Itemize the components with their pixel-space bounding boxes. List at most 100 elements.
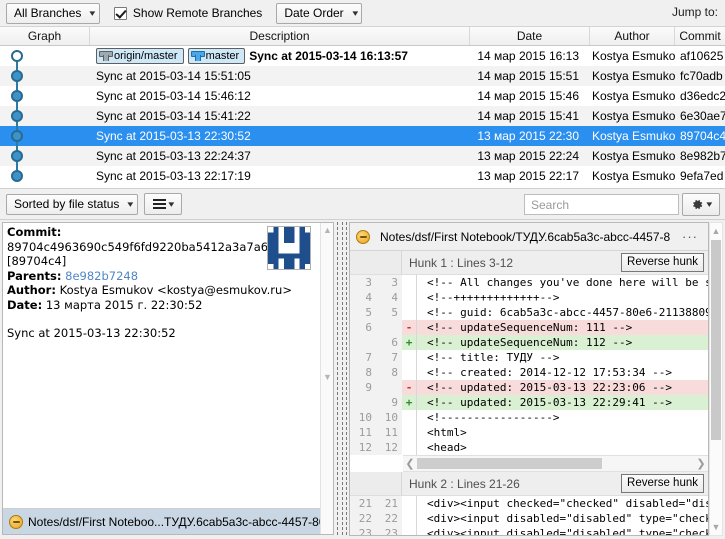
scroll-up-icon[interactable]: ▲ <box>323 226 332 235</box>
table-row[interactable]: Sync at 2015-03-14 15:46:12 14 мар 2015 1… <box>0 86 725 106</box>
diff-line[interactable]: 8 8 <!-- created: 2014-12-12 17:53:34 --> <box>350 365 708 380</box>
table-row[interactable]: Sync at 2015-03-13 22:30:52 13 мар 2015 2… <box>0 126 725 146</box>
reverse-hunk-button[interactable]: Reverse hunk <box>621 253 704 272</box>
graph-node <box>11 150 23 162</box>
changed-files-list[interactable]: Notes/dsf/First Noteboo...ТУДУ.6cab5a3c-… <box>3 508 320 534</box>
view-options-button[interactable]: ▾ <box>143 193 182 215</box>
overflow-menu-icon[interactable]: ··· <box>676 229 704 244</box>
scroll-down-icon[interactable]: ▼ <box>323 373 332 382</box>
panel-splitter[interactable] <box>336 222 348 535</box>
commit-description: Sync at 2015-03-14 15:46:12 <box>96 89 251 103</box>
column-header-commit[interactable]: Commit <box>675 27 725 45</box>
diff-line-text: <head> <box>427 441 467 454</box>
table-row[interactable]: Sync at 2015-03-13 22:24:37 13 мар 2015 2… <box>0 146 725 166</box>
branch-icon <box>99 50 113 62</box>
scroll-down-icon[interactable]: ▼ <box>710 519 722 535</box>
commit-author: Kostya Esmukov < <box>592 149 675 163</box>
chevron-down-icon: ▾ <box>706 199 712 209</box>
scroll-left-icon[interactable]: ❮ <box>403 457 417 470</box>
column-header-author[interactable]: Author <box>590 27 675 45</box>
commit-hash-value[interactable]: 89704c4963690c549f6fd9220ba5412a3a7a68b5 <box>7 240 290 254</box>
diff-sign: - <box>405 381 413 394</box>
old-line-number: 9 <box>350 380 376 395</box>
diff-line[interactable]: 9 - <!-- updated: 2015-03-13 22:23:06 --> <box>350 380 708 395</box>
diff-line[interactable]: 3 3 <!-- All changes you've done here will… <box>350 275 708 290</box>
branch-filter-label: All Branches <box>14 6 82 20</box>
diff-line[interactable]: 5 5 <!-- guid: 6cab5a3c-abcc-4457-80e6-211… <box>350 305 708 320</box>
branch-tag[interactable]: master <box>187 48 246 64</box>
reverse-hunk-button[interactable]: Reverse hunk <box>621 474 704 493</box>
search-input[interactable] <box>531 197 686 212</box>
diff-line[interactable]: 6 + <!-- updateSequenceNum: 112 --> <box>350 335 708 350</box>
new-line-number <box>376 320 402 335</box>
show-remote-branches-checkbox[interactable]: Show Remote Branches <box>113 6 263 20</box>
hunk-header: Hunk 2 : Lines 21-26 Reverse hunk <box>350 472 708 496</box>
hamburger-icon <box>152 197 166 211</box>
diff-line[interactable]: 11 11 <html> <box>350 425 708 440</box>
commit-message: Sync at 2015-03-13 22:30:52 <box>7 326 176 340</box>
scrollbar-thumb[interactable] <box>711 240 721 440</box>
diff-line[interactable]: 21 21 <div><input checked="checked" disabl… <box>350 496 708 511</box>
new-line-number: 3 <box>376 275 402 290</box>
diff-sign <box>402 290 416 305</box>
details-vertical-scrollbar[interactable]: ▲ ▼ <box>320 223 333 534</box>
list-item[interactable]: Notes/dsf/First Noteboo...ТУДУ.6cab5a3c-… <box>3 509 320 534</box>
new-line-number <box>376 380 402 395</box>
diff-line-text: <!-- updateSequenceNum: 112 --> <box>427 336 633 349</box>
parent-hash-link[interactable]: 8e982b7248 <box>65 269 138 283</box>
table-row[interactable]: origin/master master Sync at 2015-03-14 16… <box>0 46 725 66</box>
column-header-description[interactable]: Description <box>90 27 470 45</box>
commit-history-table[interactable]: Graph Description Date Author Commit ori… <box>0 27 725 189</box>
sort-filter-dropdown[interactable]: Sorted by file status ▾ <box>6 193 138 215</box>
order-filter-dropdown[interactable]: Date Order ▾ <box>276 2 363 24</box>
commit-hash: 6e30ae7 <box>680 109 725 123</box>
commit-author: Kostya Esmukov < <box>592 49 675 63</box>
old-line-number <box>350 335 376 350</box>
diff-line[interactable]: 23 23 <div><input disabled="disabled" type… <box>350 526 708 535</box>
diff-line[interactable]: 12 12 <head> <box>350 440 708 455</box>
graph-node <box>11 170 23 182</box>
branch-filter-dropdown[interactable]: All Branches ▾ <box>6 2 100 24</box>
diff-vertical-scrollbar[interactable]: ▲ ▼ <box>709 222 723 536</box>
diff-line[interactable]: 22 22 <div><input disabled="disabled" type… <box>350 511 708 526</box>
diff-line[interactable]: 10 10 <!-----------------> <box>350 410 708 425</box>
diff-sign <box>402 275 416 290</box>
scroll-up-icon[interactable]: ▲ <box>710 223 722 239</box>
settings-button[interactable]: ▾ <box>682 193 720 216</box>
commit-date: 14 мар 2015 16:13 <box>477 49 579 63</box>
gear-icon <box>691 198 704 211</box>
new-line-number: 12 <box>376 440 402 455</box>
commit-graph-cell <box>0 106 90 126</box>
scroll-right-icon[interactable]: ❯ <box>694 457 708 470</box>
diff-line[interactable]: 7 7 <!-- title: ТУДУ --> <box>350 350 708 365</box>
branch-tag[interactable]: origin/master <box>96 48 184 64</box>
table-row[interactable]: Sync at 2015-03-14 15:51:05 14 мар 2015 1… <box>0 66 725 86</box>
diff-sign <box>402 526 416 535</box>
table-row[interactable]: Sync at 2015-03-14 15:41:22 14 мар 2015 1… <box>0 106 725 126</box>
diff-sign: + <box>405 396 413 409</box>
diff-horizontal-scrollbar[interactable]: ❮ ❯ <box>403 455 708 472</box>
commit-description: Sync at 2015-03-14 16:13:57 <box>249 49 408 63</box>
jump-to-label: Jump to: <box>671 5 718 19</box>
diff-line[interactable]: 4 4 <!--+++++++++++++--> <box>350 290 708 305</box>
chevron-down-icon: ▾ <box>89 7 96 18</box>
graph-node <box>11 130 23 142</box>
old-line-number: 6 <box>350 320 376 335</box>
graph-node <box>11 50 23 62</box>
column-header-graph[interactable]: Graph <box>0 27 90 45</box>
show-remote-branches-label: Show Remote Branches <box>132 6 263 20</box>
table-row[interactable]: Sync at 2015-03-13 22:17:19 13 мар 2015 2… <box>0 166 725 186</box>
search-field-wrapper[interactable] <box>524 194 697 215</box>
diff-sign <box>402 425 416 440</box>
commit-author: Kostya Esmukov < <box>592 69 675 83</box>
scrollbar-thumb[interactable] <box>417 458 602 469</box>
diff-sign <box>402 440 416 455</box>
hunk-gutter <box>350 472 402 495</box>
diff-line-text: <!-- created: 2014-12-12 17:53:34 --> <box>427 366 673 379</box>
column-header-date[interactable]: Date <box>470 27 590 45</box>
branch-tag-label: master <box>205 50 240 62</box>
diff-line[interactable]: 6 - <!-- updateSequenceNum: 111 --> <box>350 320 708 335</box>
commit-details-panel: Commit: 89704c4963690c549f6fd9220ba5412a… <box>2 222 334 535</box>
diff-line[interactable]: 9 + <!-- updated: 2015-03-13 22:29:41 --> <box>350 395 708 410</box>
commit-graph-cell <box>0 166 90 186</box>
